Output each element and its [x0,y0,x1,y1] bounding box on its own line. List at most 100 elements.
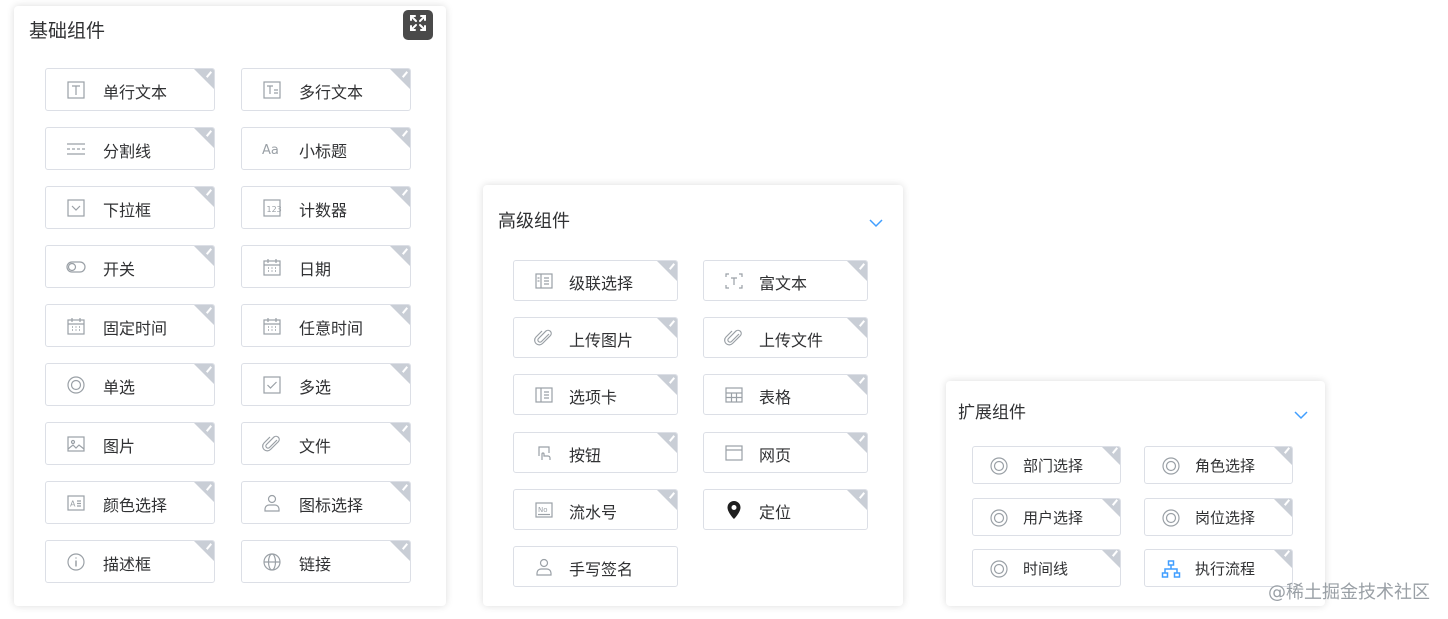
svg-text:No: No [538,506,548,514]
component-item-label: 固定时间 [103,319,168,338]
corner-marker [1102,498,1120,517]
color-picker-icon: A [66,493,86,513]
corner-marker [194,305,214,325]
corner-marker [1102,447,1120,465]
corner-marker [1274,447,1292,465]
component-item[interactable]: 角色选择 [1144,446,1293,484]
checkbox-icon [262,375,282,395]
component-item[interactable]: 链接 [241,540,411,583]
component-item[interactable]: 任意时间 [241,304,411,347]
component-item[interactable]: 开关 [45,245,215,288]
info-icon [66,552,86,572]
component-item[interactable]: No 流水号 [513,488,678,530]
component-item[interactable]: 网页 [703,431,868,473]
chevron-down-icon[interactable] [869,213,883,232]
corner-marker [194,69,214,89]
component-item-label: 执行流程 [1195,560,1256,578]
divider-icon [66,139,86,159]
panel-title: 扩展组件 [958,403,1026,423]
component-item-label: 图标选择 [299,496,364,515]
component-item-label: 级联选择 [569,274,634,293]
component-item-label: 表格 [759,388,792,408]
svg-text:Aa: Aa [262,143,279,158]
component-item[interactable]: 时间线 [972,549,1121,587]
rich-text-icon [724,271,744,291]
flowchart-icon [1161,559,1181,579]
component-item-label: 颜色选择 [103,496,168,515]
component-item[interactable]: 描述框 [45,540,215,583]
calendar-icon [262,316,282,336]
paperclip-icon [262,434,282,454]
dropdown-icon [66,198,86,218]
corner-marker [1274,498,1292,517]
component-item[interactable]: 单行文本 [45,68,215,111]
corner-marker [1102,550,1120,568]
component-item[interactable]: 日期 [241,245,411,288]
component-item[interactable]: 定位 [703,488,868,530]
component-item[interactable]: 图标选择 [241,481,411,524]
subtitle-icon: Aa [262,139,282,159]
component-item[interactable]: 表格 [703,374,868,416]
component-item-label: 上传文件 [759,331,824,351]
corner-marker [194,364,214,384]
component-item[interactable]: 分割线 [45,127,215,170]
panel-title: 高级组件 [498,211,570,232]
component-item-label: 多行文本 [299,83,364,102]
component-item[interactable]: 手写签名 [513,546,678,587]
component-item[interactable]: 单选 [45,363,215,406]
corner-marker [847,432,867,453]
corner-marker [390,187,410,207]
chevron-down-icon[interactable] [1294,405,1308,424]
component-item[interactable]: 岗位选择 [1144,497,1293,536]
component-item-label: 日期 [299,260,332,279]
component-item-label: 文件 [299,437,332,456]
calendar-icon [262,257,282,277]
corner-marker [390,541,410,561]
component-item-label: 下拉框 [103,201,152,220]
component-item-label: 分割线 [103,142,152,161]
component-item[interactable]: 部门选择 [972,446,1121,484]
fullscreen-button[interactable] [403,10,433,40]
component-item[interactable]: 上传文件 [703,317,868,359]
radio-icon [989,456,1009,476]
table-icon [724,385,744,405]
component-item[interactable]: 按钮 [513,431,678,473]
corner-marker [847,489,867,510]
component-item[interactable]: 富文本 [703,260,868,301]
component-item[interactable]: 用户选择 [972,497,1121,536]
component-item[interactable]: 固定时间 [45,304,215,347]
corner-marker [847,261,867,281]
component-item[interactable]: A 颜色选择 [45,481,215,524]
component-item-label: 流水号 [569,502,618,522]
component-item[interactable]: Aa 小标题 [241,127,411,170]
corner-marker [194,482,214,502]
radio-icon [66,375,86,395]
svg-text:A: A [70,500,76,509]
component-item[interactable]: 多选 [241,363,411,406]
component-item-label: 用户选择 [1023,508,1084,527]
basic-components-panel: 基础组件 单行文本 多行文本 分割线 Aa 小标题 下拉框 123 计数器 开关 日期 固定时间 任意… [14,6,446,606]
component-item-label: 单行文本 [103,83,168,102]
paperclip-icon [534,328,554,348]
globe-icon [262,552,282,572]
component-item-label: 小标题 [299,142,348,161]
component-item[interactable]: 文件 [241,422,411,465]
component-item-label: 任意时间 [299,319,364,338]
component-item[interactable]: 图片 [45,422,215,465]
component-item[interactable]: 多行文本 [241,68,411,111]
component-item[interactable]: 下拉框 [45,186,215,229]
component-item-label: 计数器 [299,201,348,220]
component-item-label: 上传图片 [569,331,634,351]
corner-marker [657,261,677,281]
component-item-label: 岗位选择 [1195,508,1256,527]
corner-marker [390,69,410,89]
component-item[interactable]: 级联选择 [513,260,678,301]
switch-icon [66,257,86,277]
component-item[interactable]: 选项卡 [513,374,678,416]
component-item-label: 描述框 [103,555,152,574]
component-item[interactable]: 123 计数器 [241,186,411,229]
corner-marker [1274,550,1292,568]
corner-marker [194,423,214,443]
component-item[interactable]: 上传图片 [513,317,678,359]
multi-text-icon [262,80,282,100]
